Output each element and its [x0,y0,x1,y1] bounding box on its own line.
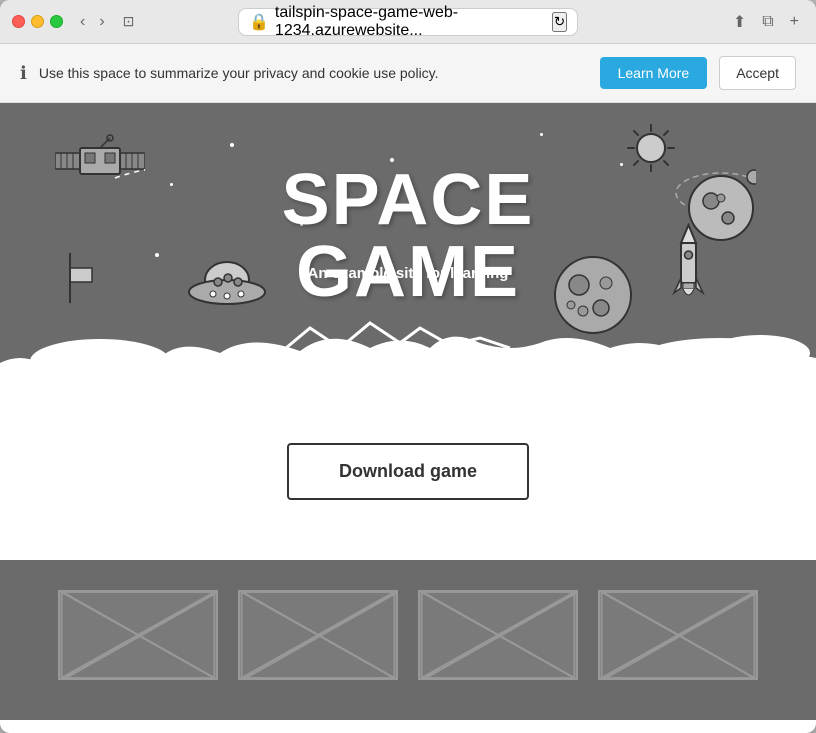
rocket-icon [671,223,706,303]
close-button[interactable] [12,15,25,28]
address-bar[interactable]: 🔒 tailspin-space-game-web-1234.azurewebs… [238,8,578,36]
minimize-button[interactable] [31,15,44,28]
url-text: tailspin-space-game-web-1234.azurewebsit… [275,4,546,40]
download-section: Download game [0,383,816,560]
cookie-banner: ℹ Use this space to summarize your priva… [0,44,816,103]
share-button[interactable]: ⬆ [728,10,751,34]
star-decoration [170,183,173,186]
download-button[interactable]: Download game [287,443,529,500]
traffic-lights [12,15,63,28]
back-button[interactable]: ‹ [75,11,90,33]
star-decoration [540,133,543,136]
maximize-button[interactable] [50,15,63,28]
star-decoration [155,253,159,257]
hero-title: SPACE GAME [282,164,535,308]
hero-subtitle: An example site for learning [308,265,509,282]
lock-icon: 🔒 [249,12,269,32]
star-decoration [230,143,234,147]
toolbar-right: ⬆ ⧉ + [728,10,804,34]
accept-button[interactable]: Accept [719,56,796,90]
new-tab-button[interactable]: ⧉ [757,10,778,34]
star-decoration [620,163,623,166]
add-tab-button[interactable]: + [785,10,804,34]
footer-section [0,560,816,720]
satellite-icon [55,133,145,193]
hero-title-line1: SPACE [282,164,535,236]
browser-window: ‹ › ⊡ 🔒 tailspin-space-game-web-1234.azu… [0,0,816,733]
footer-image-3 [418,590,578,680]
footer-image-2 [238,590,398,680]
title-bar: ‹ › ⊡ 🔒 tailspin-space-game-web-1234.azu… [0,0,816,44]
refresh-button[interactable]: ↻ [552,12,567,32]
learn-more-button[interactable]: Learn More [600,57,708,89]
tab-view-button[interactable]: ⊡ [118,11,140,32]
forward-button[interactable]: › [94,11,109,33]
cookie-text: Use this space to summarize your privacy… [39,65,588,81]
footer-image-1 [58,590,218,680]
hero-section: SPACE GAME An example site for learning [0,103,816,383]
info-icon: ℹ [20,63,27,84]
footer-image-4 [598,590,758,680]
nav-buttons: ‹ › [75,11,110,33]
